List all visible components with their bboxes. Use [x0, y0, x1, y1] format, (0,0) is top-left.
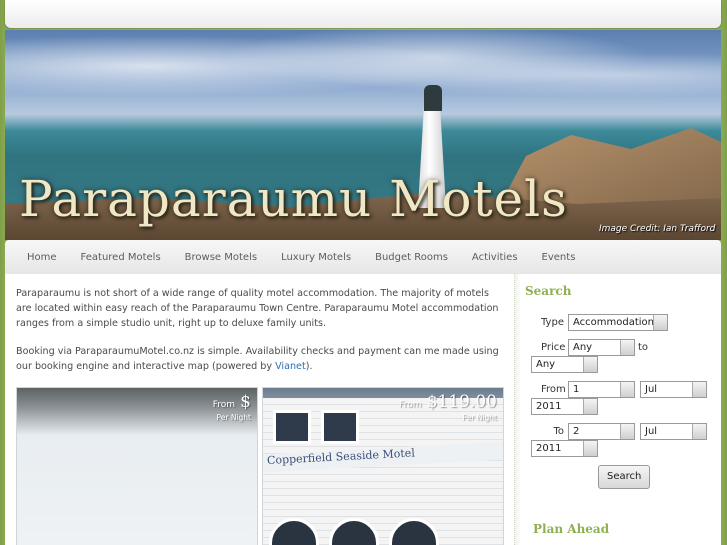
price-per-night: Per Night [462, 413, 498, 422]
price-amount: $ [240, 392, 251, 412]
site-title[interactable]: Paraparaumu Motels [19, 170, 568, 228]
search-sidebar: Search [525, 284, 715, 298]
plan-ahead-heading: Plan Ahead [533, 522, 610, 536]
price-from-label: From [212, 400, 236, 410]
from-year-select[interactable]: 2011 [531, 398, 598, 415]
type-row: Type Accommodation [541, 314, 668, 331]
to-month-select[interactable]: Jul [640, 423, 707, 440]
header-banner: Paraparaumu Motels Image Credit: Ian Tra… [5, 30, 721, 240]
price-from-label: From [399, 400, 422, 410]
booking-suffix: ). [305, 361, 313, 372]
featured-cards: From $ Per Night Copperfield Seaside Mot… [16, 387, 506, 545]
price-to-label: to [638, 342, 649, 353]
main-column: Paraparaumu is not short of a wide range… [16, 286, 506, 387]
to-day-select[interactable]: 2 [568, 423, 635, 440]
vianet-link[interactable]: Vianet [275, 361, 306, 372]
nav-activities[interactable]: Activities [472, 252, 518, 263]
price-row: Price Any to [541, 339, 648, 356]
main-nav: Home Featured Motels Browse Motels Luxur… [5, 240, 721, 274]
search-heading: Search [525, 284, 572, 298]
to-label: To [553, 426, 564, 437]
search-button[interactable]: Search [598, 465, 651, 489]
price-tag: From $119.00 Per Night [399, 392, 497, 422]
booking-paragraph: Booking via ParaparaumuMotel.co.nz is si… [16, 344, 506, 374]
top-bar [5, 0, 721, 28]
from-year-row: 2011 [531, 398, 598, 415]
from-label: From [541, 384, 566, 395]
to-row: To 2 Jul [541, 423, 707, 440]
from-month-select[interactable]: Jul [640, 381, 707, 398]
price-max-select[interactable]: Any [531, 356, 598, 373]
sky-clouds [5, 30, 721, 120]
nav-browse-motels[interactable]: Browse Motels [185, 252, 257, 263]
nav-featured-motels[interactable]: Featured Motels [81, 252, 161, 263]
nav-budget-rooms[interactable]: Budget Rooms [375, 252, 448, 263]
to-year-row: 2011 [531, 440, 598, 457]
price-per-night: Per Night [216, 413, 252, 422]
window-image [321, 410, 359, 444]
intro-paragraph: Paraparaumu is not short of a wide range… [16, 288, 499, 329]
nav-events[interactable]: Events [542, 252, 576, 263]
from-day-select[interactable]: 1 [568, 381, 635, 398]
lighthouse-lamp [424, 85, 442, 111]
window-image [273, 410, 311, 444]
booking-text: Booking via ParaparaumuMotel.co.nz is si… [16, 346, 499, 372]
price-label: Price [541, 342, 566, 353]
to-year-select[interactable]: 2011 [531, 440, 598, 457]
motel-card[interactable]: From $ Per Night [16, 387, 258, 545]
price-min-select[interactable]: Any [568, 339, 635, 356]
content-area: Paraparaumu is not short of a wide range… [5, 274, 721, 545]
from-row: From 1 Jul [541, 381, 707, 398]
column-divider [514, 274, 520, 545]
price-max-row: Any [531, 356, 598, 373]
price-tag: From $ Per Night [213, 392, 251, 422]
price-amount: $119.00 [426, 392, 497, 412]
nav-home[interactable]: Home [27, 252, 57, 263]
image-credit: Image Credit: Ian Trafford [599, 224, 716, 234]
type-label: Type [541, 317, 564, 328]
nav-luxury-motels[interactable]: Luxury Motels [281, 252, 351, 263]
type-select[interactable]: Accommodation [568, 314, 668, 331]
motel-card[interactable]: Copperfield Seaside Motel From $119.00 P… [262, 387, 504, 545]
